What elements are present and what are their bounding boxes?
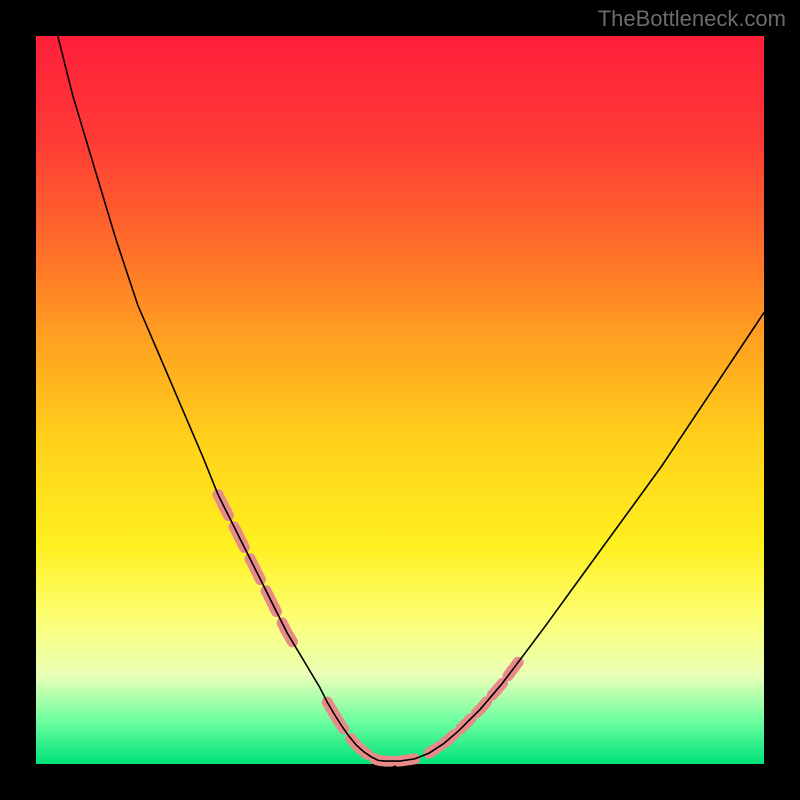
attribution-text: TheBottleneck.com: [598, 6, 786, 32]
highlight-right-ascent: [429, 662, 518, 753]
chart-frame: TheBottleneck.com: [0, 0, 800, 800]
bottleneck-curve-line: [58, 36, 764, 761]
highlight-valley-floor: [327, 702, 415, 761]
chart-svg: [36, 36, 764, 764]
